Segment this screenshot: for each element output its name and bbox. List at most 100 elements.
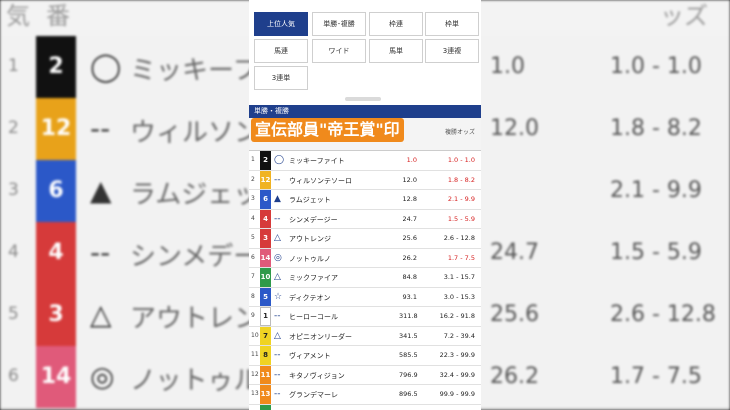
horse-name[interactable]: グランデマーレ (289, 390, 338, 400)
win-odds: 311.8 (399, 312, 418, 320)
table-row[interactable]: 10 7 △ オピニオンリーダー 341.5 7.2 - 39.4 (249, 326, 481, 346)
background-horse-name: ノットゥル (130, 366, 260, 396)
background-rank: 3 (8, 180, 19, 200)
background-horse-name: ウィルソン (130, 118, 261, 148)
background-win-odds: 25.6 (490, 302, 539, 327)
prediction-mark: △ (274, 330, 281, 341)
table-row[interactable]: 4 4 -- シンメデージー 24.7 1.5 - 5.9 (249, 209, 481, 229)
background-place-odds: 1.0 - 1.0 (610, 54, 702, 79)
horse-number: 2 (263, 156, 268, 164)
tab-4[interactable]: 馬連 (254, 39, 308, 63)
table-row[interactable]: 9 1 -- ヒーローコール 311.8 16.2 - 91.8 (249, 307, 481, 327)
prediction-mark: -- (274, 389, 281, 399)
background-rank: 5 (8, 304, 19, 324)
tab-5[interactable]: ワイド (312, 39, 366, 63)
table-row[interactable]: 6 14 ◎ ノットゥルノ 26.2 1.7 - 7.5 (249, 248, 481, 268)
background-horse-name: ミッキーフ (130, 56, 259, 86)
background-mark: △ (90, 298, 112, 331)
background-win-odds: 26.2 (490, 364, 539, 389)
popularity-rank: 1 (251, 156, 255, 163)
popularity-rank: 5 (251, 234, 255, 241)
place-odds: 3.1 - 15.7 (443, 273, 475, 281)
horse-name[interactable]: ミッキーファイト (289, 156, 345, 166)
col-fukusho-odds: 複勝オッズ (445, 129, 476, 136)
table-row[interactable]: 1 2 ◯ ミッキーファイト 1.0 1.0 - 1.0 (249, 151, 481, 171)
place-odds: 22.3 - 99.9 (439, 351, 475, 359)
horse-number: 4 (263, 214, 268, 223)
background-place-odds: 1.8 - 8.2 (610, 116, 702, 141)
table-row[interactable]: 2 12 -- ウィルソンテソーロ 12.0 1.8 - 8.2 (249, 170, 481, 190)
popularity-rank: 13 (251, 390, 259, 397)
horse-name[interactable]: キタノヴィジョン (289, 371, 345, 381)
prediction-mark: -- (274, 350, 281, 360)
place-odds: 99.9 - 99.9 (439, 390, 475, 398)
horse-number: 5 (263, 292, 268, 301)
tab-3[interactable]: 枠単 (425, 12, 479, 36)
horse-name[interactable]: ヴィアメント (289, 351, 331, 361)
horse-name[interactable]: ディクテオン (289, 293, 331, 303)
horse-name[interactable]: オピニオンリーダー (289, 332, 352, 342)
phone-screen: 上位人気単勝･複勝枠連枠単馬連ワイド馬単3連複3連単 単勝・複勝 人気 馬番 複… (249, 0, 481, 410)
background-mark: -- (90, 112, 111, 145)
promo-banner: 宣伝部員"帝王賞"印 (251, 118, 404, 142)
background-horse-number: 6 (36, 160, 76, 222)
place-odds: 1.5 - 5.9 (447, 214, 475, 223)
horse-number: 7 (263, 331, 268, 340)
place-odds: 1.0 - 1.0 (447, 156, 475, 164)
tab-6[interactable]: 馬単 (369, 39, 423, 63)
horse-name[interactable]: アウトレンジ (289, 234, 331, 244)
win-odds: 896.5 (399, 390, 418, 398)
place-odds: 7.2 - 39.4 (443, 331, 475, 340)
win-odds: 93.1 (402, 292, 417, 301)
tab-1[interactable]: 単勝･複勝 (312, 12, 366, 36)
tab-8[interactable]: 3連単 (254, 66, 308, 90)
prediction-mark: ◯ (274, 155, 285, 165)
background-mark: ◯ (90, 50, 122, 83)
popularity-rank: 9 (251, 312, 255, 319)
horse-number: 8 (263, 351, 268, 359)
background-rank: 1 (8, 56, 19, 76)
table-row[interactable]: 11 8 -- ヴィアメント 585.5 22.3 - 99.9 (249, 346, 481, 366)
background-header-odds: ッズ (660, 2, 708, 30)
place-odds: 32.4 - 99.9 (439, 370, 475, 379)
horse-name[interactable]: ノットゥルノ (289, 254, 331, 264)
table-row[interactable]: 5 3 △ アウトレンジ 25.6 2.6 - 12.8 (249, 229, 481, 249)
background-place-odds: 1.7 - 7.5 (610, 364, 702, 389)
prediction-mark: -- (274, 311, 281, 321)
win-odds: 341.5 (399, 331, 418, 340)
table-row[interactable]: 8 5 ☆ ディクテオン 93.1 3.0 - 15.3 (249, 287, 481, 307)
place-odds: 16.2 - 91.8 (439, 312, 475, 320)
section-title: 単勝・複勝 (249, 105, 481, 118)
drag-handle[interactable] (345, 97, 381, 101)
prediction-mark: ▲ (274, 194, 281, 204)
win-odds: 12.0 (402, 175, 417, 184)
background-horse-number: 14 (36, 346, 76, 408)
horse-number: 12 (260, 175, 271, 184)
place-odds: 3.0 - 15.3 (443, 292, 475, 301)
background-horse-number: 4 (36, 222, 76, 284)
background-horse-number: 3 (36, 284, 76, 346)
horse-name[interactable]: ウィルソンテソーロ (289, 176, 352, 186)
tab-7[interactable]: 3連複 (425, 39, 479, 63)
popularity-rank: 7 (251, 273, 255, 280)
table-row[interactable]: 149--メイショウハリオ返還返還 (249, 404, 481, 410)
win-odds: 24.7 (402, 214, 417, 223)
popularity-rank: 10 (251, 331, 259, 339)
horse-name[interactable]: ミックファイア (289, 273, 338, 283)
prediction-mark: △ (274, 272, 281, 282)
background-rank: 2 (8, 118, 19, 138)
prediction-mark: -- (274, 174, 281, 185)
background-mark: ▲ (90, 174, 112, 207)
table-row[interactable]: 12 11 -- キタノヴィジョン 796.9 32.4 - 99.9 (249, 365, 481, 385)
tab-0[interactable]: 上位人気 (254, 12, 308, 36)
table-row[interactable]: 13 13 -- グランデマーレ 896.5 99.9 - 99.9 (249, 385, 481, 405)
table-row[interactable]: 7 10 △ ミックファイア 84.8 3.1 - 15.7 (249, 268, 481, 288)
table-row[interactable]: 3 6 ▲ ラムジェット 12.8 2.1 - 9.9 (249, 190, 481, 210)
horse-name[interactable]: シンメデージー (289, 215, 338, 225)
horse-name[interactable]: ヒーローコール (289, 312, 338, 322)
odds-table: 1 2 ◯ ミッキーファイト 1.0 1.0 - 1.0 2 12 -- ウィルソンテソーロ 12.… (249, 151, 481, 410)
popularity-rank: 6 (251, 253, 255, 261)
horse-name[interactable]: ラムジェット (289, 195, 331, 205)
tab-2[interactable]: 枠連 (369, 12, 423, 36)
horse-number: 14 (260, 253, 271, 262)
